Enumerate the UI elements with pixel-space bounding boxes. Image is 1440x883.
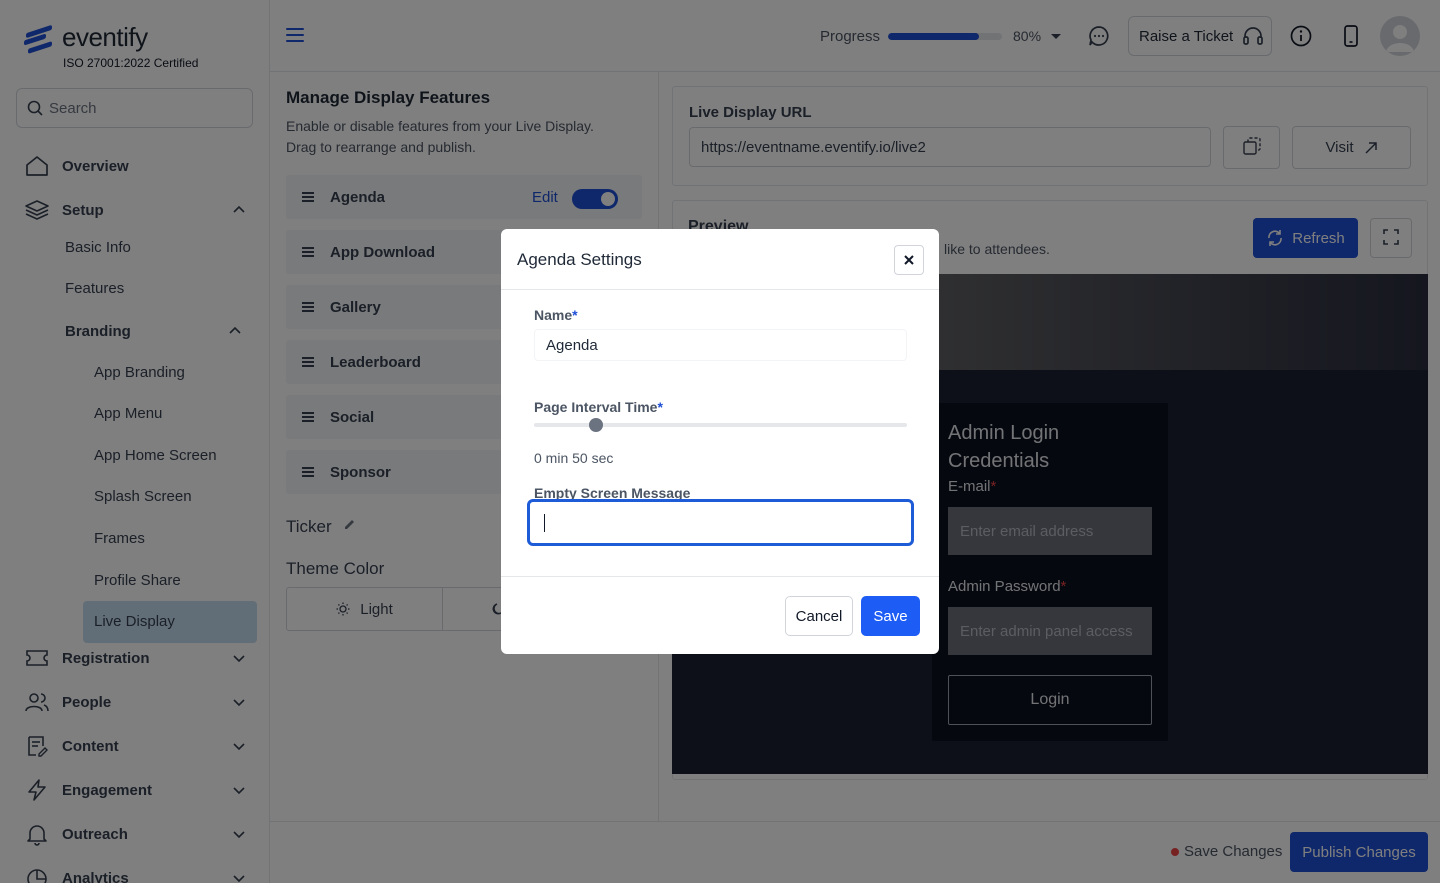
interval-value: 0 min 50 sec [534,450,614,466]
required-mark: * [657,399,663,415]
interval-label-text: Page Interval Time [534,399,658,415]
cancel-button[interactable]: Cancel [785,596,853,636]
name-label-text: Name [534,307,573,323]
interval-label: Page Interval Time* [534,399,663,415]
required-mark: * [572,307,578,323]
save-button[interactable]: Save [861,596,920,636]
interval-slider-thumb[interactable] [588,418,603,432]
name-input[interactable] [534,329,907,361]
empty-screen-message-input[interactable] [527,499,914,546]
text-cursor [544,514,545,532]
close-icon [904,255,914,265]
modal-divider [501,576,939,577]
close-modal-button[interactable] [894,245,924,275]
modal-title: Agenda Settings [517,250,642,269]
interval-slider[interactable] [534,418,907,432]
agenda-settings-modal: Agenda Settings Name* Page Interval Time… [501,229,939,654]
name-label: Name* [534,307,578,323]
modal-divider [501,289,939,290]
